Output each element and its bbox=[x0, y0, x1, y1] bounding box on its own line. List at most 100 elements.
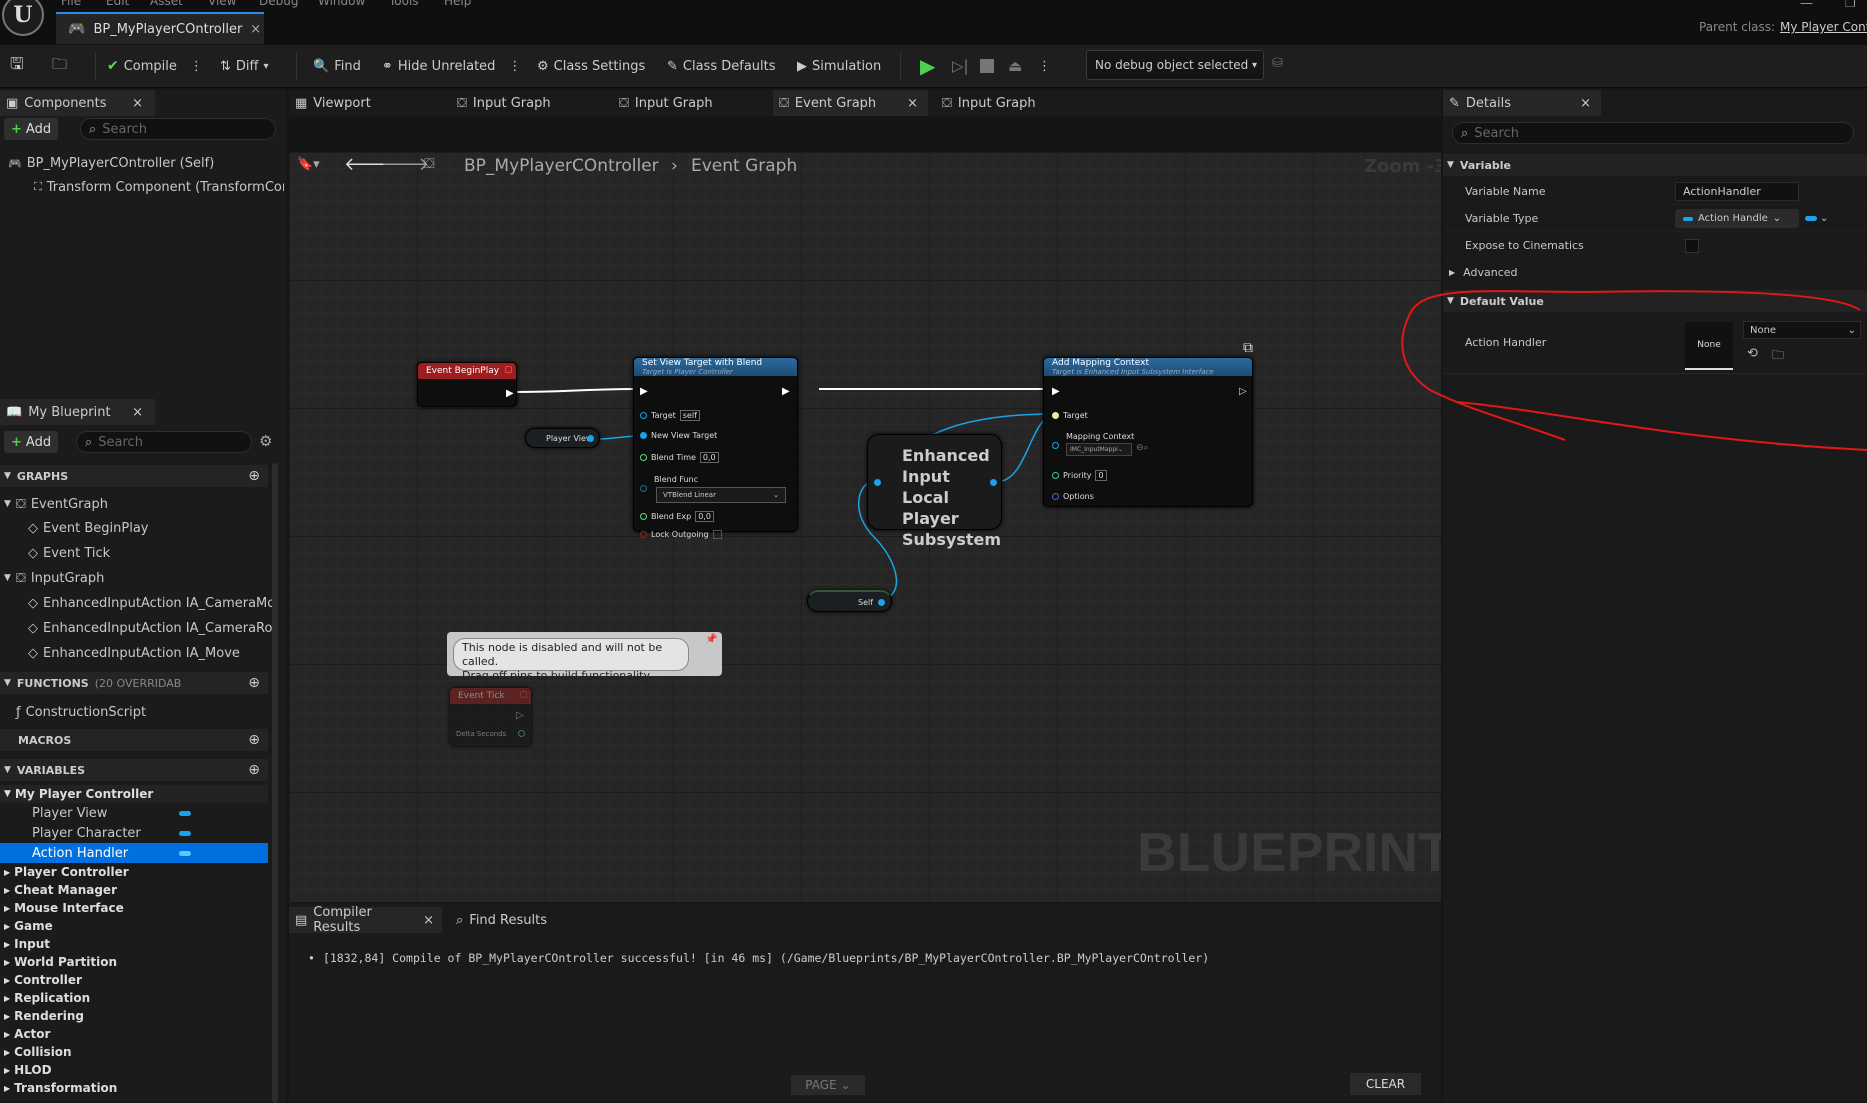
var-category-my-player-controller[interactable]: ▼ My Player Controller bbox=[0, 785, 268, 803]
my-blueprint-tab[interactable]: 📖 My Blueprint × bbox=[0, 399, 155, 425]
find-button[interactable]: 🔍 Find bbox=[313, 55, 361, 77]
object-pin-icon[interactable] bbox=[878, 599, 885, 606]
var-category[interactable]: ▶ Controller bbox=[0, 971, 268, 989]
var-category[interactable]: ▶ Transformation bbox=[0, 1079, 268, 1097]
tab-input-graph[interactable]: ⛋ Input Graph bbox=[613, 90, 763, 116]
variable-player-view[interactable]: Player View bbox=[0, 803, 268, 823]
details-tab[interactable]: ✎ Details × bbox=[1443, 90, 1601, 116]
pin-target[interactable]: Target bbox=[1052, 411, 1088, 420]
macros-section[interactable]: MACROS ⊕ bbox=[0, 729, 268, 751]
variable-name-input[interactable]: ActionHandler bbox=[1675, 182, 1799, 201]
object-pin-icon[interactable] bbox=[990, 479, 997, 486]
checkbox[interactable] bbox=[712, 530, 722, 539]
pin-blend-time[interactable]: Blend Time 0,0 bbox=[640, 452, 719, 463]
tab-input-graph[interactable]: ⛋ Input Graph bbox=[936, 90, 1086, 116]
expose-checkbox[interactable] bbox=[1685, 238, 1699, 253]
page-button[interactable]: PAGE ⌄ bbox=[791, 1075, 865, 1095]
menu-debug[interactable]: Debug bbox=[259, 0, 298, 8]
parent-class-link[interactable]: My Player Cont bbox=[1780, 20, 1867, 34]
var-category[interactable]: ▶ Replication bbox=[0, 989, 268, 1007]
mapping-context-dropdown[interactable]: IMC_InputMappi ⌄ bbox=[1066, 443, 1132, 456]
debug-object-select[interactable]: No debug object selected ▾ bbox=[1086, 50, 1264, 80]
node-enhanced-input-subsystem[interactable]: Enhanced Input Local Player Subsystem bbox=[867, 434, 1002, 549]
pin-priority[interactable]: Priority 0 bbox=[1052, 470, 1107, 481]
menu-asset[interactable]: Asset bbox=[150, 0, 183, 8]
event-beginplay-item[interactable]: ◇ Event BeginPlay bbox=[28, 518, 149, 538]
my-blueprint-search-input[interactable]: ⌕ Search bbox=[76, 431, 252, 453]
exec-in-pin-icon[interactable]: ▶ bbox=[640, 386, 648, 397]
node-event-beginplay[interactable]: Event BeginPlay ▶ bbox=[417, 362, 517, 407]
minimize-icon[interactable]: — bbox=[1800, 0, 1813, 11]
node-event-tick-disabled[interactable]: Event Tick ▷ Delta Seconds bbox=[449, 687, 532, 747]
close-icon[interactable]: × bbox=[423, 913, 434, 928]
pin-new-view-target[interactable]: New View Target bbox=[640, 431, 717, 440]
menu-help[interactable]: Help bbox=[444, 0, 471, 8]
menu-file[interactable]: File bbox=[61, 0, 81, 8]
variable-type-dropdown[interactable]: Action Handle ⌄ bbox=[1675, 209, 1799, 228]
var-category[interactable]: ▶ Input bbox=[0, 935, 268, 953]
browse-button[interactable]: 🗀 bbox=[52, 55, 67, 77]
close-icon[interactable]: × bbox=[132, 96, 143, 111]
hide-unrelated-button[interactable]: ⚭ Hide Unrelated ⋮ bbox=[382, 55, 521, 77]
use-selected-icon[interactable]: ⊖⌕ bbox=[1136, 443, 1149, 453]
float-pin-icon[interactable] bbox=[518, 730, 525, 737]
close-icon[interactable]: × bbox=[250, 22, 261, 37]
input-action-item[interactable]: ◇ EnhancedInputAction IA_Move bbox=[28, 643, 273, 663]
exec-out-pin-icon[interactable]: ▷ bbox=[1239, 386, 1247, 397]
components-add-button[interactable]: + Add bbox=[4, 118, 59, 140]
class-settings-button[interactable]: ⚙ Class Settings bbox=[537, 55, 645, 77]
input-action-item[interactable]: ◇ EnhancedInputAction IA_CameraMove bbox=[28, 593, 273, 613]
my-blueprint-add-button[interactable]: + Add bbox=[4, 431, 59, 453]
node-player-view[interactable]: Player View bbox=[525, 428, 600, 448]
var-category[interactable]: ▶ Rendering bbox=[0, 1007, 268, 1025]
event-tick-item[interactable]: ◇ Event Tick bbox=[28, 543, 110, 563]
pin-value[interactable]: self bbox=[679, 410, 700, 421]
variable-player-character[interactable]: Player Character bbox=[0, 823, 268, 843]
eject-button[interactable]: ⏏ bbox=[1008, 55, 1022, 77]
var-category[interactable]: ▶ HLOD bbox=[0, 1061, 268, 1079]
var-category[interactable]: ▶ Player Controller bbox=[0, 863, 268, 881]
node-self[interactable]: Self bbox=[807, 590, 892, 612]
var-category[interactable]: ▶ Collision bbox=[0, 1043, 268, 1061]
play-options-button[interactable]: ⋮ bbox=[1038, 55, 1051, 77]
menu-window[interactable]: Window bbox=[318, 0, 365, 8]
close-icon[interactable]: × bbox=[907, 96, 918, 111]
menu-tools[interactable]: Tools bbox=[389, 0, 419, 8]
simulation-button[interactable]: ▶ Simulation bbox=[797, 55, 881, 77]
tab-find-results[interactable]: ⌕ Find Results bbox=[450, 907, 590, 933]
compile-options-icon[interactable]: ⋮ bbox=[190, 59, 203, 74]
graph-inputgraph[interactable]: ▼ ⛋ InputGraph bbox=[4, 568, 104, 588]
restore-icon[interactable]: ❐ bbox=[1845, 0, 1856, 10]
details-search-input[interactable]: ⌕ Search bbox=[1452, 122, 1854, 144]
hide-unrelated-options-icon[interactable]: ⋮ bbox=[508, 59, 521, 74]
variables-section[interactable]: ▼ VARIABLES ⊕ bbox=[0, 759, 268, 781]
close-icon[interactable]: × bbox=[132, 405, 143, 420]
input-action-item[interactable]: ◇ EnhancedInputAction IA_CameraRotat bbox=[28, 618, 273, 638]
components-search-input[interactable]: ⌕ Search bbox=[80, 118, 276, 140]
menu-view[interactable]: View bbox=[208, 0, 236, 8]
pin-value[interactable]: 0,0 bbox=[695, 511, 714, 522]
node-set-view-target[interactable]: Set View Target with Blend Target is Pla… bbox=[633, 357, 798, 539]
delegate-pin-icon[interactable] bbox=[505, 366, 512, 373]
debug-filter-icon[interactable]: ⛁ bbox=[1272, 56, 1283, 71]
add-graph-icon[interactable]: ⊕ bbox=[248, 468, 260, 484]
object-pin-icon[interactable] bbox=[587, 435, 594, 442]
clear-button[interactable]: CLEAR bbox=[1350, 1073, 1421, 1095]
variable-action-handler[interactable]: Action Handler bbox=[0, 843, 268, 863]
var-category[interactable]: ▶ Mouse Interface bbox=[0, 899, 268, 917]
play-button[interactable]: ▶ bbox=[920, 54, 935, 78]
exec-in-pin-icon[interactable]: ▶ bbox=[1052, 386, 1060, 397]
pin-lock-outgoing[interactable]: Lock Outgoing bbox=[640, 530, 722, 539]
component-self[interactable]: 🎮 BP_MyPlayerCOntroller (Self) bbox=[8, 153, 214, 173]
close-icon[interactable]: × bbox=[1580, 96, 1591, 111]
object-pin-icon[interactable] bbox=[1052, 442, 1059, 449]
graph-eventgraph[interactable]: ▼ ⛋ EventGraph bbox=[4, 494, 108, 514]
exec-out-pin-icon[interactable]: ▶ bbox=[782, 386, 790, 397]
details-variable-section[interactable]: ▼ Variable bbox=[1443, 154, 1867, 176]
compile-button[interactable]: ✔ Compile ⋮ bbox=[107, 55, 203, 77]
stop-button[interactable] bbox=[980, 55, 994, 77]
document-tab[interactable]: 🎮 BP_MyPlayerCOntroller × bbox=[56, 12, 264, 44]
functions-section[interactable]: ▼ FUNCTIONS (20 OVERRIDAB ⊕ bbox=[0, 672, 268, 694]
step-button[interactable]: ▷| bbox=[952, 55, 969, 77]
var-category[interactable]: ▶ Actor bbox=[0, 1025, 268, 1043]
